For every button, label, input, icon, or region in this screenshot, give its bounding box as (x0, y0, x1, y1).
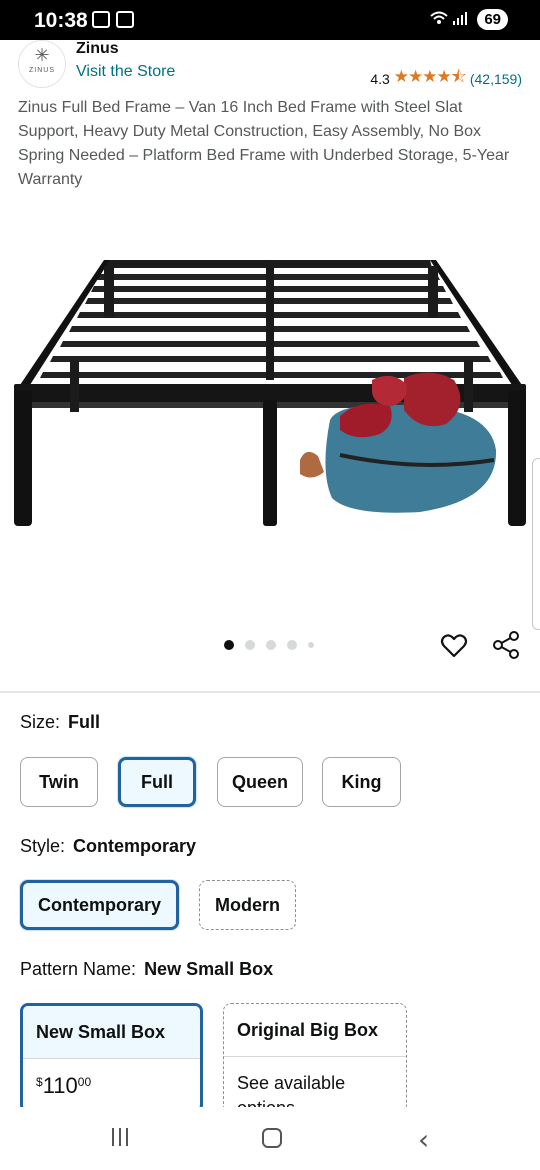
status-bar: 10:38 69 (0, 0, 540, 40)
rating-value: 4.3 (370, 70, 390, 87)
zinus-flower-icon: ✳ (34, 45, 50, 65)
carousel-dot[interactable] (224, 640, 234, 650)
pattern-option-new-small-box[interactable]: New Small Box $11000 (20, 1003, 203, 1113)
share-icon[interactable] (492, 630, 522, 660)
carousel-dot[interactable] (266, 640, 276, 650)
brand-logo[interactable]: ✳ ZINUS (18, 40, 66, 88)
pattern-label: Pattern Name: (20, 959, 137, 979)
product-image[interactable] (0, 210, 540, 590)
size-label: Size: (20, 712, 61, 732)
pattern-option-note: See available options (237, 1073, 346, 1113)
rating-count[interactable]: (42,159) (470, 71, 522, 87)
carousel-dot[interactable] (287, 640, 297, 650)
photo-icon (116, 11, 134, 28)
home-icon[interactable] (262, 1128, 282, 1148)
pattern-option-price: $11000 (23, 1059, 200, 1099)
style-label: Style: (20, 836, 66, 856)
carousel-dots[interactable] (224, 640, 314, 650)
status-right: 69 (429, 9, 508, 30)
wifi-signal-icon (429, 9, 469, 30)
style-option-contemporary[interactable]: Contemporary (20, 880, 179, 930)
size-option-queen[interactable]: Queen (217, 757, 303, 807)
visit-store-link[interactable]: Visit the Store (76, 63, 175, 81)
product-title: Zinus Full Bed Frame – Van 16 Inch Bed F… (18, 99, 510, 188)
status-time: 10:38 (34, 9, 88, 32)
pattern-option-original-big-box[interactable]: Original Big Box See available options (223, 1003, 407, 1113)
size-option-full[interactable]: Full (118, 757, 196, 807)
star-rating-icon: ★★★★⯪ (393, 67, 467, 86)
size-option-twin[interactable]: Twin (20, 757, 98, 807)
pattern-option-title: New Small Box (23, 1006, 200, 1059)
size-selected-value: Full (68, 712, 101, 732)
system-nav-bar: ‹ (0, 1108, 540, 1170)
pattern-option-title: Original Big Box (224, 1004, 406, 1057)
rating-summary[interactable]: 4.3 ★★★★⯪ (42,159) (370, 64, 522, 93)
logo-text: ZINUS (29, 67, 55, 74)
style-label-row: Style: Contemporary (20, 836, 196, 857)
price-whole: 110 (42, 1073, 78, 1098)
pattern-selected-value: New Small Box (144, 959, 274, 979)
price-symbol: $ (36, 1075, 43, 1089)
price-fraction: 00 (77, 1075, 92, 1089)
screenshot-icon (92, 11, 110, 28)
carousel-dot[interactable] (245, 640, 255, 650)
recent-apps-icon[interactable] (112, 1128, 128, 1146)
size-option-king[interactable]: King (322, 757, 401, 807)
style-selected-value: Contemporary (73, 836, 197, 856)
status-notification-icons (92, 11, 134, 28)
section-divider (0, 691, 540, 693)
carousel-dot[interactable] (308, 642, 314, 648)
back-icon[interactable]: ‹ (418, 1123, 429, 1156)
style-option-modern[interactable]: Modern (199, 880, 296, 930)
battery-indicator: 69 (477, 9, 508, 30)
store-header: ✳ ZINUS Zinus Visit the Store 4.3 ★★★★⯪ … (0, 40, 540, 92)
size-label-row: Size: Full (20, 712, 100, 733)
brand-name: Zinus (76, 40, 119, 57)
scroll-hint (532, 458, 540, 630)
pattern-label-row: Pattern Name: New Small Box (20, 959, 273, 980)
heart-icon[interactable] (440, 632, 468, 660)
